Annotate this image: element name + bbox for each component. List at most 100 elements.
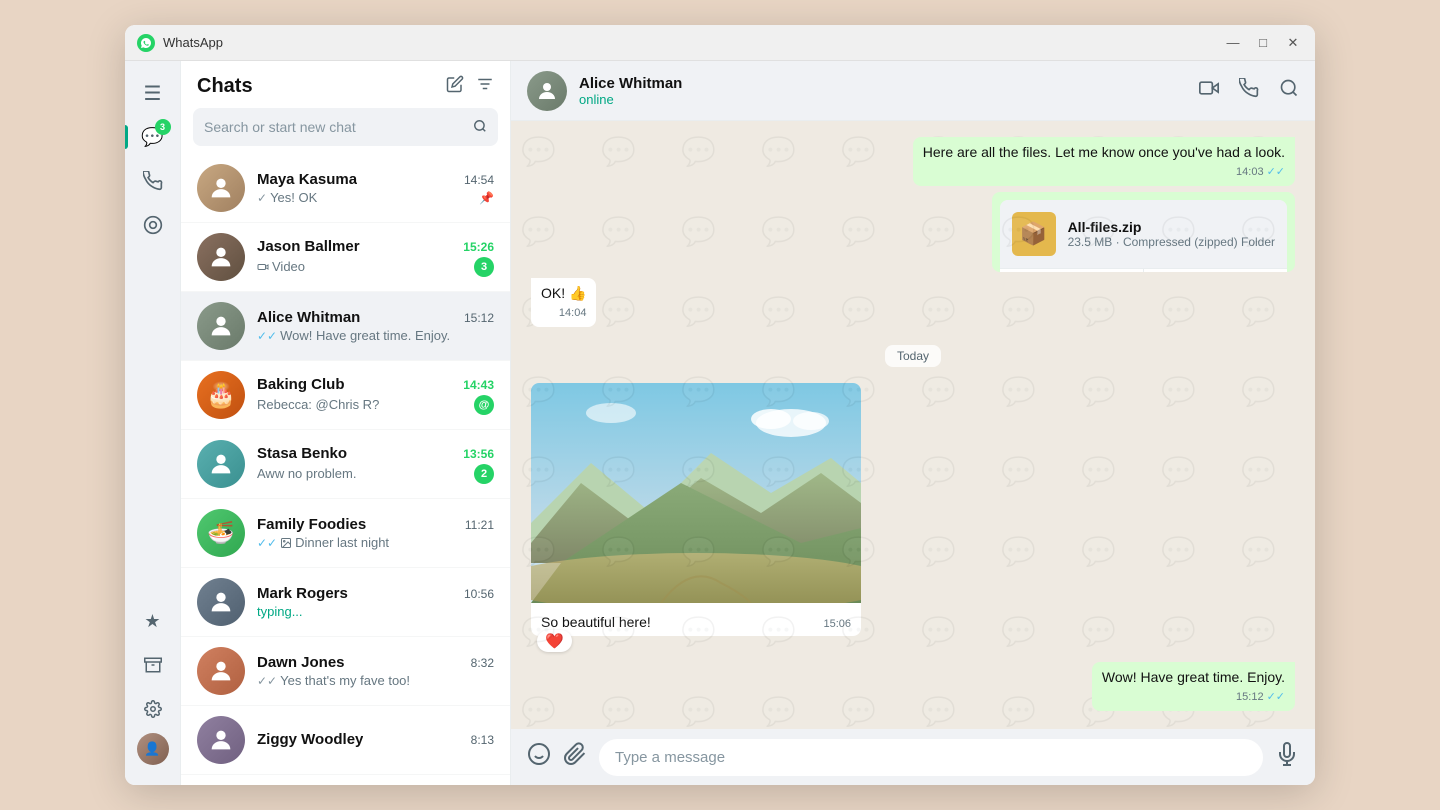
file-details: All-files.zip 23.5 MB · Compressed (zipp… <box>1068 219 1275 249</box>
search-icon <box>473 119 487 136</box>
avatar-stasa <box>197 440 245 488</box>
app-window: WhatsApp — □ ✕ ☰ 💬 3 <box>125 25 1315 785</box>
chat-item-maya[interactable]: Maya Kasuma 14:54 ✓ Yes! OK 📌 <box>181 154 510 223</box>
search-input[interactable] <box>204 119 473 135</box>
file-icon: 📦 <box>1012 212 1056 256</box>
message-2-file: 📦 All-files.zip 23.5 MB · Compressed (zi… <box>992 192 1295 272</box>
chat-preview-stasa: Aww no problem. <box>257 466 356 481</box>
settings-icon[interactable] <box>133 689 173 729</box>
chat-info-dawn: Dawn Jones 8:32 ✓✓ Yes that's my fave to… <box>257 654 494 688</box>
save-file-button[interactable]: Save as... <box>1144 269 1287 272</box>
icon-rail: ☰ 💬 3 ★ 👤 <box>125 61 181 785</box>
photo-caption: So beautiful here! <box>541 614 651 630</box>
chat-info-maya: Maya Kasuma 14:54 ✓ Yes! OK 📌 <box>257 171 494 205</box>
chat-name-mark: Mark Rogers <box>257 585 348 602</box>
chats-icon[interactable]: 💬 3 <box>133 117 173 157</box>
avatar-jason <box>197 233 245 281</box>
chat-info-jason: Jason Ballmer 15:26 Video 3 <box>257 238 494 277</box>
new-chat-icon[interactable] <box>446 75 464 98</box>
whatsapp-logo <box>137 34 155 52</box>
open-file-button[interactable]: Open <box>1000 269 1144 272</box>
chats-title: Chats <box>197 75 253 98</box>
chat-time-maya: 14:54 <box>464 173 494 187</box>
chat-list: Maya Kasuma 14:54 ✓ Yes! OK 📌 <box>181 154 510 785</box>
chat-time-dawn: 8:32 <box>471 656 494 670</box>
chat-info-baking: Baking Club 14:43 Rebecca: @Chris R? @ <box>257 376 494 415</box>
chat-preview-jason: Video <box>257 259 305 274</box>
maximize-button[interactable]: □ <box>1253 33 1273 53</box>
message-5: Wow! Have great time. Enjoy. 15:12 ✓✓ <box>1092 662 1295 711</box>
message-input[interactable] <box>599 739 1263 776</box>
communities-icon[interactable] <box>133 205 173 245</box>
msg-time-3: 14:04 <box>559 306 587 321</box>
msg-check-5: ✓✓ <box>1267 690 1285 705</box>
chat-time-alice: 15:12 <box>464 311 494 325</box>
calls-icon[interactable] <box>133 161 173 201</box>
close-button[interactable]: ✕ <box>1283 33 1303 53</box>
chat-preview-family: ✓✓ Dinner last night <box>257 535 389 550</box>
unread-badge-jason: 3 <box>474 257 494 277</box>
chat-header-avatar[interactable] <box>527 71 567 111</box>
voice-call-button[interactable] <box>1239 78 1259 103</box>
avatar-ziggy <box>197 716 245 764</box>
chat-item-alice[interactable]: Alice Whitman 15:12 ✓✓ Wow! Have great t… <box>181 292 510 361</box>
chat-name-stasa: Stasa Benko <box>257 445 347 462</box>
chat-list-panel: Chats <box>181 61 511 785</box>
chat-messages: 💬 Here are all the files. Let me know on… <box>511 121 1315 729</box>
search-button[interactable] <box>1279 78 1299 103</box>
chat-info-family: Family Foodies 11:21 ✓✓ Dinner last nigh… <box>257 516 494 550</box>
chat-name-dawn: Dawn Jones <box>257 654 345 671</box>
msg-text-5: Wow! Have great time. Enjoy. <box>1102 668 1285 688</box>
title-bar: WhatsApp — □ ✕ <box>125 25 1315 61</box>
message-1: Here are all the files. Let me know once… <box>913 137 1295 186</box>
menu-icon[interactable]: ☰ <box>133 73 173 113</box>
app-body: ☰ 💬 3 ★ 👤 <box>125 61 1315 785</box>
chat-contact-status: online <box>579 92 1187 107</box>
archive-icon[interactable] <box>133 645 173 685</box>
file-meta: 23.5 MB · Compressed (zipped) Folder <box>1068 235 1275 249</box>
msg-time-1: 14:03 <box>1236 165 1264 180</box>
chat-info-ziggy: Ziggy Woodley 8:13 <box>257 731 494 750</box>
app-title: WhatsApp <box>163 35 1223 50</box>
filter-icon[interactable] <box>476 75 494 98</box>
user-avatar[interactable]: 👤 <box>137 733 169 765</box>
chat-item-baking[interactable]: 🎂 Baking Club 14:43 Rebecca: @Chris R? @ <box>181 361 510 430</box>
reaction-pill[interactable]: ❤️ <box>537 630 572 652</box>
photo-image <box>531 383 861 603</box>
chat-time-baking: 14:43 <box>463 378 494 392</box>
attach-button[interactable] <box>563 742 587 772</box>
photo-time: 15:06 <box>823 618 851 630</box>
mic-button[interactable] <box>1275 742 1299 772</box>
rail-top: ☰ 💬 3 <box>133 73 173 597</box>
avatar-maya <box>197 164 245 212</box>
emoji-button[interactable] <box>527 742 551 772</box>
starred-icon[interactable]: ★ <box>133 601 173 641</box>
avatar-mark <box>197 578 245 626</box>
chat-item-family[interactable]: 🍜 Family Foodies 11:21 ✓✓ Dinner last ni… <box>181 499 510 568</box>
search-bar[interactable] <box>193 108 498 146</box>
chat-badge: 3 <box>155 119 171 135</box>
chat-time-ziggy: 8:13 <box>471 733 494 747</box>
chat-item-ziggy[interactable]: Ziggy Woodley 8:13 <box>181 706 510 775</box>
unread-badge-baking: @ <box>474 395 494 415</box>
reaction-row: ❤️ <box>537 630 861 652</box>
chat-time-mark: 10:56 <box>464 587 494 601</box>
chat-item-stasa[interactable]: Stasa Benko 13:56 Aww no problem. 2 <box>181 430 510 499</box>
avatar-family: 🍜 <box>197 509 245 557</box>
chat-item-jason[interactable]: Jason Ballmer 15:26 Video 3 <box>181 223 510 292</box>
chat-time-stasa: 13:56 <box>463 447 494 461</box>
chat-list-actions <box>446 75 494 98</box>
msg-check-1: ✓✓ <box>1267 165 1285 180</box>
avatar-dawn <box>197 647 245 695</box>
video-call-button[interactable] <box>1199 78 1219 103</box>
msg-text-3: OK! 👍 <box>541 284 586 304</box>
chat-preview-mark: typing... <box>257 604 303 619</box>
chat-name-alice: Alice Whitman <box>257 309 360 326</box>
chat-header-info: Alice Whitman online <box>579 75 1187 107</box>
chat-item-mark[interactable]: Mark Rogers 10:56 typing... <box>181 568 510 637</box>
chat-name-jason: Jason Ballmer <box>257 238 360 255</box>
message-4-photo: So beautiful here! 15:06 ❤️ <box>531 383 861 656</box>
chat-info-mark: Mark Rogers 10:56 typing... <box>257 585 494 619</box>
minimize-button[interactable]: — <box>1223 33 1243 53</box>
chat-item-dawn[interactable]: Dawn Jones 8:32 ✓✓ Yes that's my fave to… <box>181 637 510 706</box>
